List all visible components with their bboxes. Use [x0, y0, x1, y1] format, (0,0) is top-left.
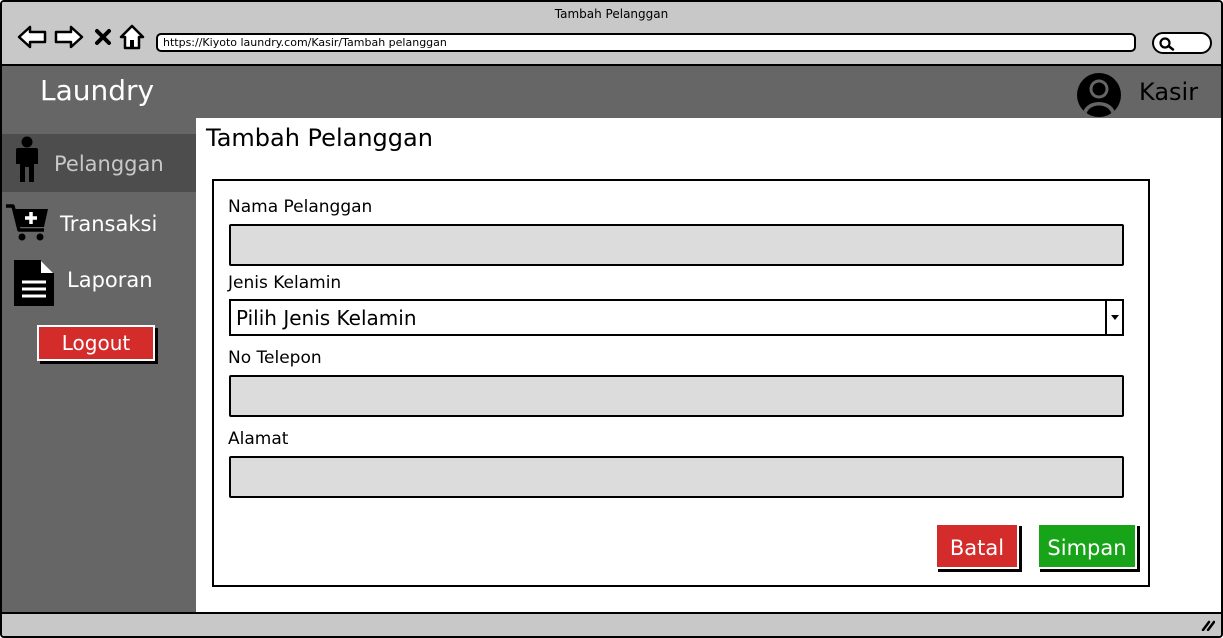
sidebar: Pelanggan Transaksi Laporan Logout: [2, 118, 196, 612]
chevron-down-icon[interactable]: [1105, 301, 1122, 334]
back-arrow-icon[interactable]: [16, 22, 48, 52]
browser-search-field[interactable]: [1152, 32, 1212, 54]
forward-arrow-icon[interactable]: [53, 22, 85, 52]
home-icon[interactable]: [118, 22, 146, 52]
customer-form: Nama Pelanggan Jenis Kelamin Pilih Jenis…: [212, 179, 1150, 587]
status-bar: [2, 612, 1221, 636]
browser-chrome: Tambah Pelanggan https://Kiyoto laundry.…: [2, 2, 1221, 66]
customer-name-input[interactable]: [229, 224, 1124, 266]
cart-add-icon: [6, 204, 48, 241]
sidebar-item-label: Laporan: [67, 268, 153, 292]
logout-button[interactable]: Logout: [37, 325, 155, 361]
close-x-icon[interactable]: [93, 22, 113, 52]
document-icon: [14, 260, 54, 306]
window-title: Tambah Pelanggan: [554, 7, 669, 21]
user-avatar-icon[interactable]: [1073, 70, 1125, 120]
cancel-button[interactable]: Batal: [935, 523, 1019, 569]
gender-label: Jenis Kelamin: [228, 273, 342, 293]
address-bar[interactable]: https://Kiyoto laundry.com/Kasir/Tambah …: [156, 33, 1136, 52]
address-input[interactable]: [229, 456, 1124, 498]
current-user-name[interactable]: Kasir: [1139, 78, 1198, 106]
gender-selected-value: Pilih Jenis Kelamin: [236, 306, 417, 330]
brand-logo-text: Laundry: [40, 74, 155, 107]
person-icon: [16, 136, 38, 182]
address-label: Alamat: [228, 429, 289, 449]
app-header: Laundry Kasir: [2, 66, 1221, 118]
sidebar-item-pelanggan[interactable]: Pelanggan: [2, 134, 196, 192]
search-icon: [1159, 37, 1175, 51]
name-label: Nama Pelanggan: [228, 197, 373, 217]
sidebar-item-label: Transaksi: [60, 212, 158, 236]
browser-window: Tambah Pelanggan https://Kiyoto laundry.…: [0, 0, 1223, 638]
page-title: Tambah Pelanggan: [206, 124, 433, 152]
phone-input[interactable]: [229, 375, 1124, 417]
sidebar-item-label: Pelanggan: [54, 152, 164, 176]
sidebar-item-laporan[interactable]: Laporan: [2, 254, 196, 312]
gender-select[interactable]: Pilih Jenis Kelamin: [229, 299, 1124, 336]
resize-grip-icon[interactable]: [1201, 617, 1215, 631]
phone-label: No Telepon: [228, 348, 322, 368]
save-button[interactable]: Simpan: [1037, 523, 1137, 569]
sidebar-item-transaksi[interactable]: Transaksi: [2, 194, 196, 252]
